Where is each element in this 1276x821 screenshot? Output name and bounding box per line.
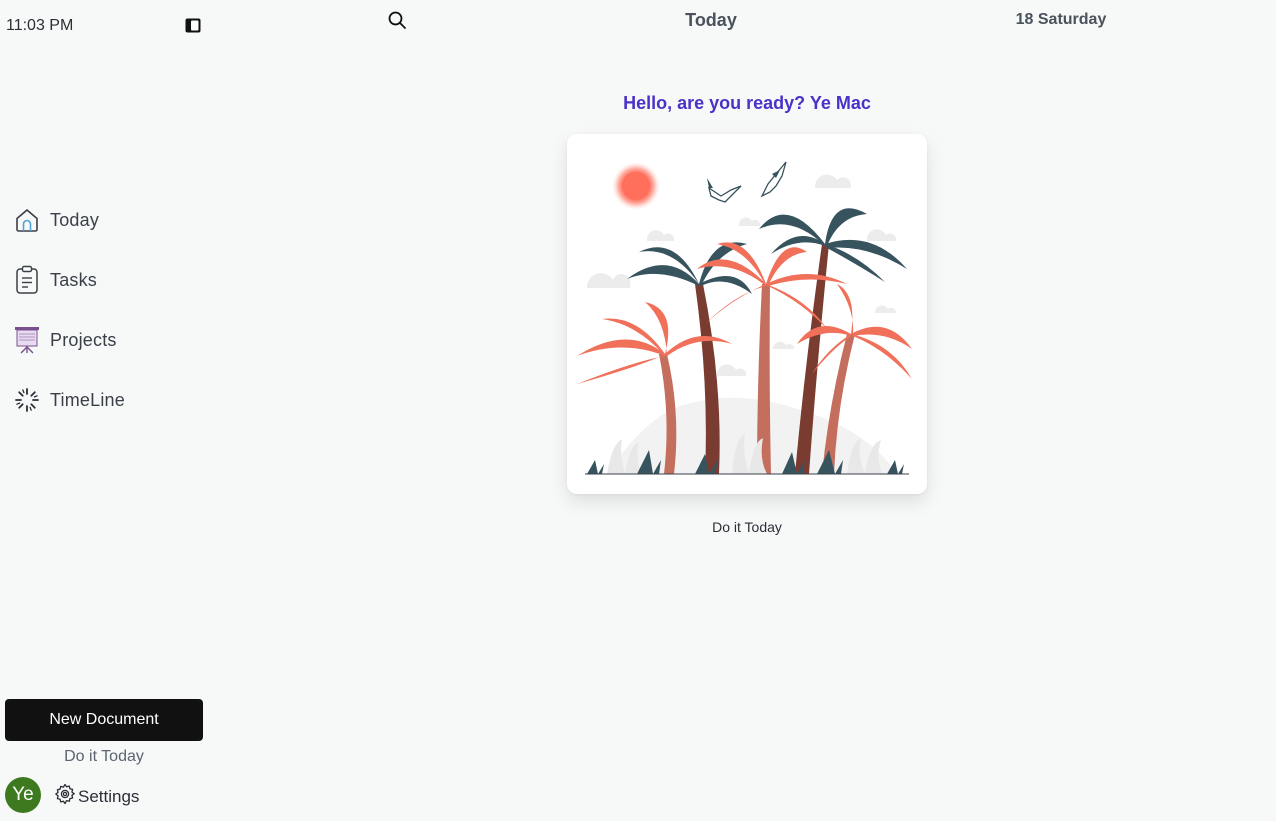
sidebar-tagline: Do it Today bbox=[64, 748, 144, 765]
sidebar-item-today[interactable]: Today bbox=[13, 190, 125, 250]
sidebar-item-label: Tasks bbox=[50, 269, 98, 290]
page-title: Today bbox=[685, 10, 737, 30]
illustration-caption: Do it Today bbox=[712, 519, 782, 535]
presentation-board-icon bbox=[13, 325, 41, 355]
new-document-button[interactable]: New Document bbox=[5, 699, 203, 741]
sidebar-item-label: Today bbox=[50, 209, 100, 230]
avatar[interactable]: Ye bbox=[5, 777, 41, 813]
app-window: 11:03 PM Today Tasks Projects TimeLine N… bbox=[0, 0, 1276, 821]
greeting-text: Hello, are you ready? Ye Mac bbox=[623, 93, 871, 113]
gear-icon bbox=[53, 782, 77, 811]
sidebar-item-label: TimeLine bbox=[50, 389, 125, 410]
search-icon[interactable] bbox=[387, 10, 407, 30]
sidebar-item-projects[interactable]: Projects bbox=[13, 310, 125, 370]
sidebar-nav: Today Tasks Projects TimeLine bbox=[13, 190, 125, 430]
home-icon bbox=[13, 205, 41, 235]
clipboard-icon bbox=[13, 265, 41, 295]
illustration-card bbox=[567, 134, 927, 494]
clock: 11:03 PM bbox=[6, 17, 74, 34]
settings-button[interactable]: Settings bbox=[53, 782, 139, 811]
palm-trees-illustration bbox=[577, 161, 912, 475]
sidebar-item-label: Projects bbox=[50, 329, 117, 350]
sidebar: 11:03 PM Today Tasks Projects TimeLine N… bbox=[0, 0, 210, 821]
header-date: 18 Saturday bbox=[1015, 11, 1107, 28]
loader-icon bbox=[13, 385, 41, 415]
settings-label: Settings bbox=[78, 786, 140, 806]
sidebar-item-tasks[interactable]: Tasks bbox=[13, 250, 125, 310]
sidebar-toggle-icon[interactable] bbox=[185, 18, 201, 33]
sidebar-item-timeline[interactable]: TimeLine bbox=[13, 370, 125, 430]
